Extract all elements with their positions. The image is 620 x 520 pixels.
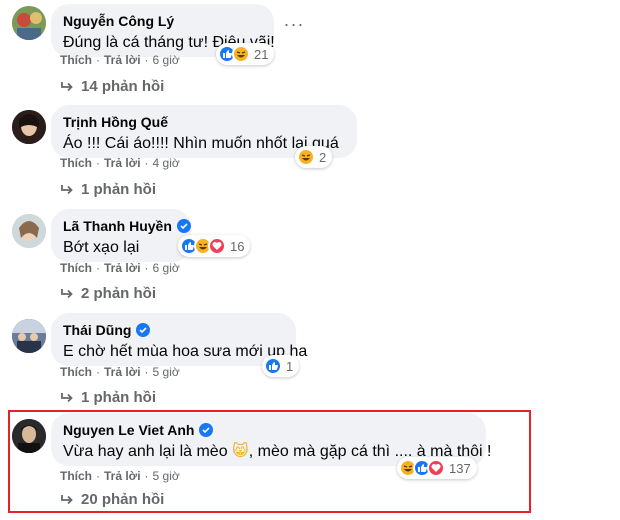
love-reaction-icon: [208, 237, 226, 255]
reply-arrow-icon: [61, 392, 73, 402]
comment-time[interactable]: 6 giờ: [153, 261, 180, 275]
reply-button[interactable]: Trả lời: [104, 53, 141, 67]
cat-emoji-icon: 😸: [232, 443, 249, 460]
comment-actions: Thích · Trả lời · 5 giờ: [60, 365, 180, 379]
comment-time[interactable]: 6 giờ: [153, 53, 180, 67]
reply-arrow-icon: [61, 288, 73, 298]
reaction-summary[interactable]: 2: [295, 146, 333, 168]
comment-author[interactable]: Trịnh Hồng Quế: [63, 113, 345, 131]
like-button[interactable]: Thích: [60, 261, 92, 275]
verified-badge-icon: [136, 323, 151, 337]
view-replies-link[interactable]: 14 phản hồi: [60, 78, 164, 95]
comment-time[interactable]: 4 giờ: [153, 156, 180, 170]
avatar[interactable]: [12, 319, 46, 353]
avatar[interactable]: [12, 6, 46, 40]
reply-button[interactable]: Trả lời: [104, 469, 141, 483]
comment-time[interactable]: 5 giờ: [153, 469, 180, 483]
reply-arrow-icon: [61, 494, 73, 504]
reaction-summary[interactable]: 16: [178, 235, 251, 257]
comment-text: E chờ hết mùa hoa sưa mới up ha: [63, 343, 308, 360]
comment-text: Bớt xạo lại: [63, 239, 140, 256]
like-button[interactable]: Thích: [60, 156, 92, 170]
reaction-count: 1: [286, 358, 294, 374]
haha-reaction-icon: [232, 45, 250, 63]
reply-button[interactable]: Trả lời: [104, 156, 141, 170]
comment-author[interactable]: Nguyễn Công Lý: [63, 12, 262, 30]
view-replies-link[interactable]: 1 phản hồi: [60, 181, 156, 198]
comment-actions: Thích · Trả lời · 6 giờ: [60, 53, 180, 67]
comment-author[interactable]: Nguyen Le Viet Anh: [63, 421, 474, 439]
verified-badge-icon: [176, 219, 191, 233]
reply-arrow-icon: [61, 184, 73, 194]
comment-bubble: Lã Thanh Huyền Bớt xạo lại: [51, 209, 191, 262]
avatar[interactable]: [12, 419, 46, 453]
verified-badge-icon: [199, 423, 214, 437]
reply-arrow-icon: [61, 81, 73, 91]
comment-bubble: Thái Dũng E chờ hết mùa hoa sưa mới up h…: [51, 313, 308, 366]
comment-actions: Thích · Trả lời · 5 giờ: [60, 469, 180, 483]
reply-button[interactable]: Trả lời: [104, 365, 141, 379]
reaction-summary[interactable]: 137: [397, 457, 477, 479]
view-replies-link[interactable]: 2 phản hồi: [60, 285, 156, 302]
reaction-count: 137: [449, 460, 471, 476]
avatar[interactable]: [12, 110, 46, 144]
like-button[interactable]: Thích: [60, 53, 92, 67]
comment-time[interactable]: 5 giờ: [153, 365, 180, 379]
more-options-icon[interactable]: ···: [283, 15, 305, 38]
comment-author[interactable]: Lã Thanh Huyền: [63, 217, 191, 235]
comment-actions: Thích · Trả lời · 4 giờ: [60, 156, 180, 170]
comment-actions: Thích · Trả lời · 6 giờ: [60, 261, 180, 275]
reaction-count: 21: [254, 46, 269, 62]
view-replies-link[interactable]: 1 phản hồi: [60, 389, 156, 406]
reply-button[interactable]: Trả lời: [104, 261, 141, 275]
reaction-count: 16: [230, 238, 245, 254]
comment-author[interactable]: Thái Dũng: [63, 321, 284, 339]
view-replies-link[interactable]: 20 phản hồi: [60, 491, 164, 508]
love-reaction-icon: [427, 459, 445, 477]
haha-reaction-icon: [297, 148, 315, 166]
like-reaction-icon: [264, 357, 282, 375]
like-button[interactable]: Thích: [60, 365, 92, 379]
like-button[interactable]: Thích: [60, 469, 92, 483]
reaction-summary[interactable]: 21: [216, 43, 275, 65]
reaction-summary[interactable]: 1: [262, 355, 300, 377]
avatar[interactable]: [12, 214, 46, 248]
reaction-count: 2: [319, 149, 327, 165]
